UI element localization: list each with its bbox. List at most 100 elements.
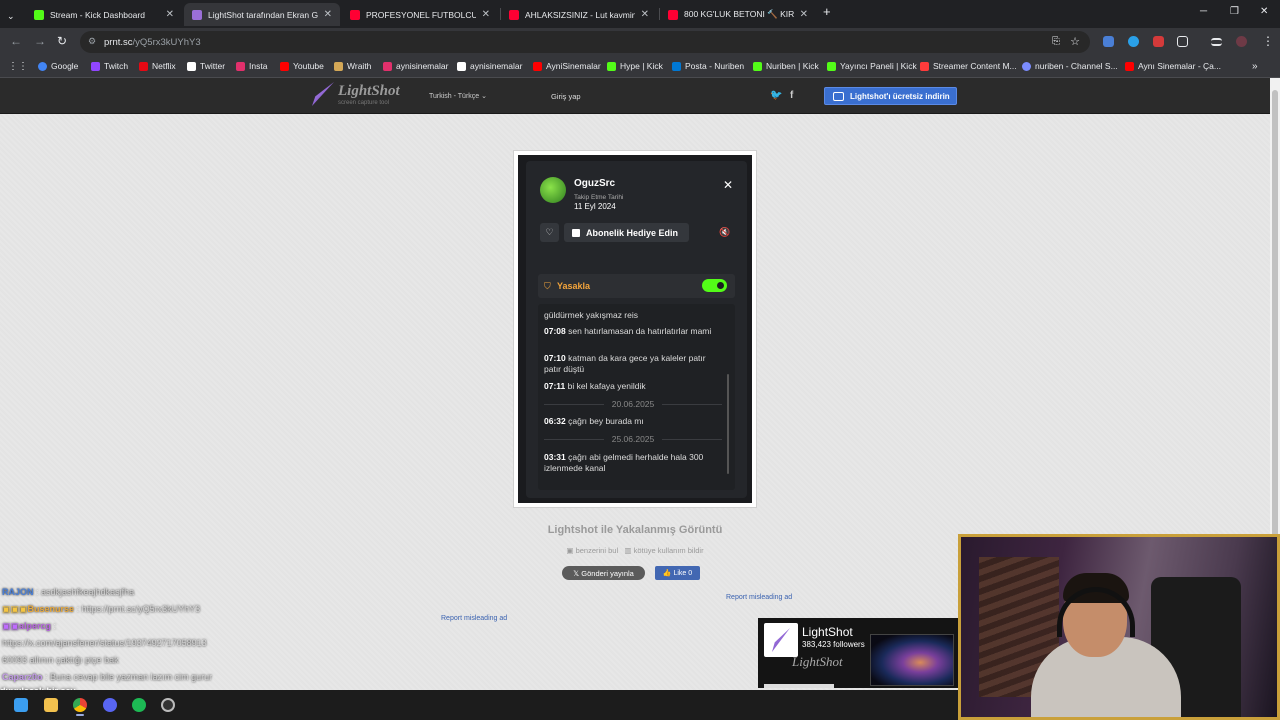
tab-youtube-futbolcu[interactable]: PROFESYONEL FUTBOLCU SEN ✕	[342, 3, 498, 26]
bookmark-ayni-sinemalar[interactable]: Aynı Sinemalar - Ça...	[1125, 61, 1221, 71]
reload-icon[interactable]: ↻	[57, 34, 67, 48]
forward-icon[interactable]: →	[34, 34, 46, 48]
bookmark-nuriben-kick[interactable]: Nuriben | Kick	[753, 61, 819, 71]
bookmark-hype-kick[interactable]: Hype | Kick	[607, 61, 663, 71]
report-ad-link[interactable]: Report misleading ad	[726, 594, 792, 601]
youtube-icon	[350, 9, 360, 20]
bookmark-wraith[interactable]: Wraith	[334, 61, 371, 71]
bookmark-streamer-content[interactable]: Streamer Content M...	[920, 61, 1017, 71]
close-tab-icon[interactable]: ✕	[324, 9, 332, 20]
tab-title: AHLAKSIZSINIZ - Lut kavminde	[525, 9, 635, 20]
bookmark-aynisinemalar-x[interactable]: aynisinemalar	[457, 61, 522, 71]
bookmark-yayinci-paneli[interactable]: Yayıncı Paneli | Kick	[827, 61, 917, 71]
extension-vpn-icon[interactable]	[1128, 36, 1139, 47]
download-button[interactable]: Lightshot'ı ücretsiz indirin	[824, 87, 957, 105]
site-info-icon[interactable]: ⚙	[88, 36, 96, 47]
media-control-icon[interactable]	[1211, 38, 1222, 46]
login-link[interactable]: Giriş yap	[551, 92, 581, 101]
tab-search-button[interactable]: ⌄	[2, 5, 22, 28]
apps-grid-icon[interactable]: ⋮⋮	[8, 61, 28, 72]
extensions-puzzle-icon[interactable]	[1177, 36, 1188, 47]
youtube-icon	[280, 61, 289, 71]
bookmark-label: Streamer Content M...	[933, 61, 1017, 71]
tab-title: PROFESYONEL FUTBOLCU SEN	[366, 9, 476, 20]
bookmark-netflix[interactable]: Netflix	[139, 61, 176, 71]
facebook-icon[interactable]: f	[790, 90, 793, 101]
date-separator: 20.06.2025	[544, 399, 722, 409]
message-line: 07:11 bi kel kafaya yenildik	[544, 381, 646, 391]
bookmark-star-icon[interactable]: ☆	[1070, 35, 1080, 48]
extension-adblock-icon[interactable]	[1153, 36, 1164, 47]
bookmark-twitter[interactable]: Twitter	[187, 61, 225, 71]
channel-preview-image	[870, 634, 954, 686]
bookmark-youtube[interactable]: Youtube	[280, 61, 324, 71]
restore-icon[interactable]: ❐	[1230, 6, 1239, 17]
lightshot-logo[interactable]: LightShot screen capture tool	[312, 82, 400, 106]
channel-icon	[1022, 61, 1031, 71]
twitter-icon[interactable]: 🐦	[770, 90, 782, 101]
logo-title: LightShot	[338, 82, 400, 99]
new-tab-button[interactable]: +	[823, 4, 831, 19]
report-abuse-link[interactable]: ▥ kötüye kullanım bildir	[624, 546, 703, 555]
kick-channel-card: LightShot 383,423 followers LightShot	[758, 618, 958, 688]
bookmarks-bar: ⋮⋮ Google Twitch Netflix Twitter Insta Y…	[0, 56, 1280, 78]
spotify-icon[interactable]	[132, 698, 146, 712]
url-path: /yQ5rx3kUYhY3	[132, 36, 201, 48]
tab-youtube-beton[interactable]: 800 KG'LUK BETONI 🔨 KIRAR ✕	[660, 3, 816, 26]
bookmark-aynisinemalar-yt[interactable]: AyniSinemalar	[533, 61, 601, 71]
screenshot-image[interactable]: OguzSrc Takip Etme Tarihi 11 Eyl 2024 ✕ …	[513, 150, 757, 508]
close-tab-icon[interactable]: ✕	[800, 9, 808, 20]
bookmark-posta[interactable]: Posta - Nuriben	[672, 61, 744, 71]
language-select[interactable]: Turkish - Türkçe ⌄	[429, 92, 487, 100]
bookmark-label: nuriben - Channel S...	[1035, 61, 1118, 71]
discord-icon[interactable]	[103, 698, 117, 712]
x-icon: 𝕏	[573, 568, 580, 578]
file-explorer-icon[interactable]	[44, 698, 58, 712]
bookmark-aynisinemalar-insta[interactable]: aynisinemalar	[383, 61, 448, 71]
menu-kebab-icon[interactable]: ⋮	[1262, 34, 1274, 48]
bookmark-label: Netflix	[152, 61, 176, 71]
twitch-icon	[91, 61, 100, 71]
minimize-icon[interactable]: ─	[1200, 6, 1207, 17]
tab-youtube-ahlaksiz[interactable]: AHLAKSIZSINIZ - Lut kavminde ✕	[501, 3, 657, 26]
tab-kick-dashboard[interactable]: Stream - Kick Dashboard ✕	[26, 3, 182, 26]
windows-start-icon[interactable]	[14, 698, 28, 712]
badge-icons: ▣▣	[2, 621, 20, 631]
like-button[interactable]: 👍 Like 0	[655, 566, 700, 580]
more-bookmarks-icon[interactable]: »	[1252, 61, 1258, 72]
bookmark-insta[interactable]: Insta	[236, 61, 267, 71]
download-label: Lightshot'ı ücretsiz indirin	[850, 91, 950, 101]
card-bar	[764, 684, 834, 688]
like-label: Like 0	[673, 569, 693, 577]
scrollbar-thumb[interactable]	[1272, 90, 1278, 610]
chat-message-continued: https://x.com/ajansfener/status/19374927…	[2, 638, 207, 648]
tweet-button[interactable]: 𝕏 Gönderi yayınla	[562, 566, 645, 580]
report-ad-link[interactable]: Report misleading ad	[441, 615, 507, 622]
url-domain: prnt.sc	[104, 36, 133, 48]
address-bar[interactable]: ⚙ prnt.sc/yQ5rx3kUYhY3 ⎘ ☆	[80, 31, 1090, 53]
chrome-icon[interactable]	[73, 698, 87, 716]
similar-link[interactable]: ▣ benzerini bul	[566, 546, 618, 555]
extension-shield-icon[interactable]	[1103, 36, 1114, 47]
message-scrollbar	[727, 374, 729, 474]
x-icon	[187, 61, 196, 71]
bookmark-nuriben-channel[interactable]: nuriben - Channel S...	[1022, 61, 1118, 71]
close-tab-icon[interactable]: ✕	[166, 9, 174, 20]
stream-chat-overlay: RAJON : asdkjashfkeajhdkasjfha ▣▣▣Busenu…	[2, 584, 342, 686]
google-icon	[38, 61, 47, 71]
message-history: güldürmek yakışmaz reis 07:08 sen hatırl…	[538, 304, 735, 490]
bookmark-google[interactable]: Google	[38, 61, 78, 71]
profile-avatar-icon[interactable]	[1236, 36, 1247, 47]
obs-icon[interactable]	[161, 698, 175, 712]
tab-lightshot[interactable]: LightShot tarafından Ekran Görü ✕	[184, 3, 340, 26]
back-icon[interactable]: ←	[10, 34, 22, 48]
bookmark-label: Aynı Sinemalar - Ça...	[1138, 61, 1221, 71]
bookmark-twitch[interactable]: Twitch	[91, 61, 128, 71]
kick-icon	[607, 61, 616, 71]
close-window-icon[interactable]: ✕	[1260, 6, 1268, 17]
message-line: 07:08 sen hatırlamasan da hatırlatırlar …	[544, 326, 712, 336]
bookmark-label: Nuriben | Kick	[766, 61, 819, 71]
close-tab-icon[interactable]: ✕	[641, 9, 649, 20]
install-app-icon[interactable]: ⎘	[1052, 36, 1060, 47]
close-tab-icon[interactable]: ✕	[482, 9, 490, 20]
